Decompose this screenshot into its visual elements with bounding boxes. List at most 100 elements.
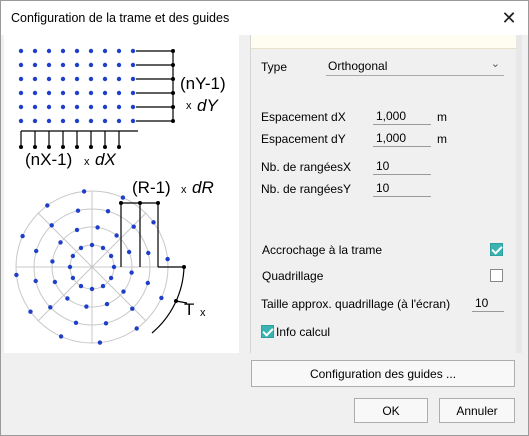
info-checkbox[interactable] <box>261 325 274 338</box>
polar-dot <box>65 296 70 301</box>
cols-mult-label: x <box>84 156 90 168</box>
polar-dot <box>95 225 100 230</box>
grid-dot <box>102 118 108 124</box>
grid-dot <box>116 90 122 96</box>
title-bar: Configuration de la trame et des guides … <box>1 1 528 35</box>
dx-field[interactable]: 1,000 <box>373 108 431 125</box>
grid-dot <box>18 104 24 110</box>
panel-scrollbar[interactable] <box>516 35 522 353</box>
window-title: Configuration de la trame et des guides <box>11 11 230 25</box>
grid-dot <box>130 62 136 68</box>
gridsize-label: Taille approx. quadrillage (à l'écran) <box>261 297 451 311</box>
grid-dot <box>130 118 136 124</box>
ok-button[interactable]: OK <box>354 398 428 423</box>
rows-mult-label: x <box>186 100 192 112</box>
polar-dot <box>146 250 151 256</box>
grid-dot <box>32 62 38 68</box>
polar-dot <box>50 259 55 264</box>
type-select[interactable]: Orthogonal ⌄ <box>326 57 504 76</box>
radial-mult-label: x <box>181 184 187 196</box>
grid-dot <box>102 76 108 82</box>
rows-count-label: (nY-1) <box>180 74 226 93</box>
polar-dot <box>48 305 53 310</box>
dy-field[interactable]: 1,000 <box>373 130 431 147</box>
grid-dot <box>46 118 52 124</box>
settings-panel: Type Orthogonal ⌄ Espacement dX 1,000 m … <box>250 35 517 353</box>
grid-dot <box>88 76 94 82</box>
gridsize-field[interactable]: 10 <box>472 295 504 312</box>
polar-dot <box>67 264 73 270</box>
polar-dot <box>33 278 38 284</box>
polar-dot <box>97 340 103 345</box>
polar-dot <box>78 245 84 251</box>
polar-dot <box>75 208 81 213</box>
grid-dot <box>116 76 122 82</box>
polar-dot <box>49 223 54 228</box>
grid-dot <box>74 118 80 124</box>
grid-dot <box>102 104 108 110</box>
polar-dot <box>145 280 150 286</box>
ny-field[interactable]: 10 <box>373 180 431 197</box>
dialog-window: Configuration de la trame et des guides … <box>0 0 529 436</box>
close-icon[interactable]: ✕ <box>496 5 522 31</box>
angle-mult-label: x <box>200 307 206 319</box>
polar-dot <box>34 248 39 254</box>
grid-dot <box>130 104 136 110</box>
radial-count-label: (R-1) <box>132 178 171 197</box>
polar-dot <box>73 320 79 325</box>
gridsize-value: 10 <box>475 296 489 310</box>
grid-dot <box>102 48 108 54</box>
grid-dot <box>46 76 52 82</box>
polar-dot <box>126 249 132 255</box>
snap-label: Accrochage à la trame <box>262 243 383 257</box>
ny-value: 10 <box>376 181 390 195</box>
grid-dot <box>60 76 66 82</box>
grid-dot <box>130 76 136 82</box>
rows-var-label: dY <box>197 96 219 115</box>
grid-dot <box>46 48 52 54</box>
polar-dot <box>108 275 114 281</box>
chevron-down-icon: ⌄ <box>490 58 500 70</box>
grid-dot <box>18 118 24 124</box>
polar-dot <box>120 195 126 200</box>
grid-dot <box>18 48 24 54</box>
polar-dot <box>78 283 84 289</box>
cols-var-label: dX <box>95 150 116 169</box>
polar-dot <box>70 275 76 281</box>
polar-dot <box>52 279 58 285</box>
polar-dot <box>131 224 136 229</box>
dy-value: 1,000 <box>376 131 407 145</box>
grid-dot <box>88 104 94 110</box>
grid-dot <box>74 90 80 96</box>
nx-field[interactable]: 10 <box>373 158 431 175</box>
grid-dot <box>88 62 94 68</box>
polar-dot <box>105 209 111 214</box>
type-select-value: Orthogonal <box>328 59 388 73</box>
guides-config-button[interactable]: Configuration des guides ... <box>251 360 515 387</box>
cols-count-label: (nX-1) <box>25 150 72 169</box>
polar-guide-lines <box>15 190 169 344</box>
orthogonal-dimension-lines <box>20 50 174 147</box>
dy-label: Espacement dY <box>261 132 346 146</box>
grid-dot <box>32 104 38 110</box>
grid-dot <box>60 118 66 124</box>
snap-checkbox[interactable] <box>490 243 503 256</box>
grid-label: Quadrillage <box>262 269 324 283</box>
polar-dot <box>108 253 114 259</box>
panel-header-strip <box>251 35 517 49</box>
grid-dot <box>60 62 66 68</box>
dx-value: 1,000 <box>376 109 407 123</box>
grid-dot <box>60 104 66 110</box>
dx-unit: m <box>437 110 447 124</box>
grid-dot <box>74 48 80 54</box>
grid-dot <box>60 48 66 54</box>
polar-dot <box>134 326 139 331</box>
cancel-button[interactable]: Annuler <box>439 398 515 423</box>
grid-dot <box>116 118 122 124</box>
nx-value: 10 <box>376 159 390 173</box>
polar-dot <box>89 242 95 248</box>
grid-checkbox[interactable] <box>490 269 503 282</box>
grid-dot <box>18 90 24 96</box>
radial-var-label: dR <box>192 178 214 197</box>
grid-dot <box>130 48 136 54</box>
